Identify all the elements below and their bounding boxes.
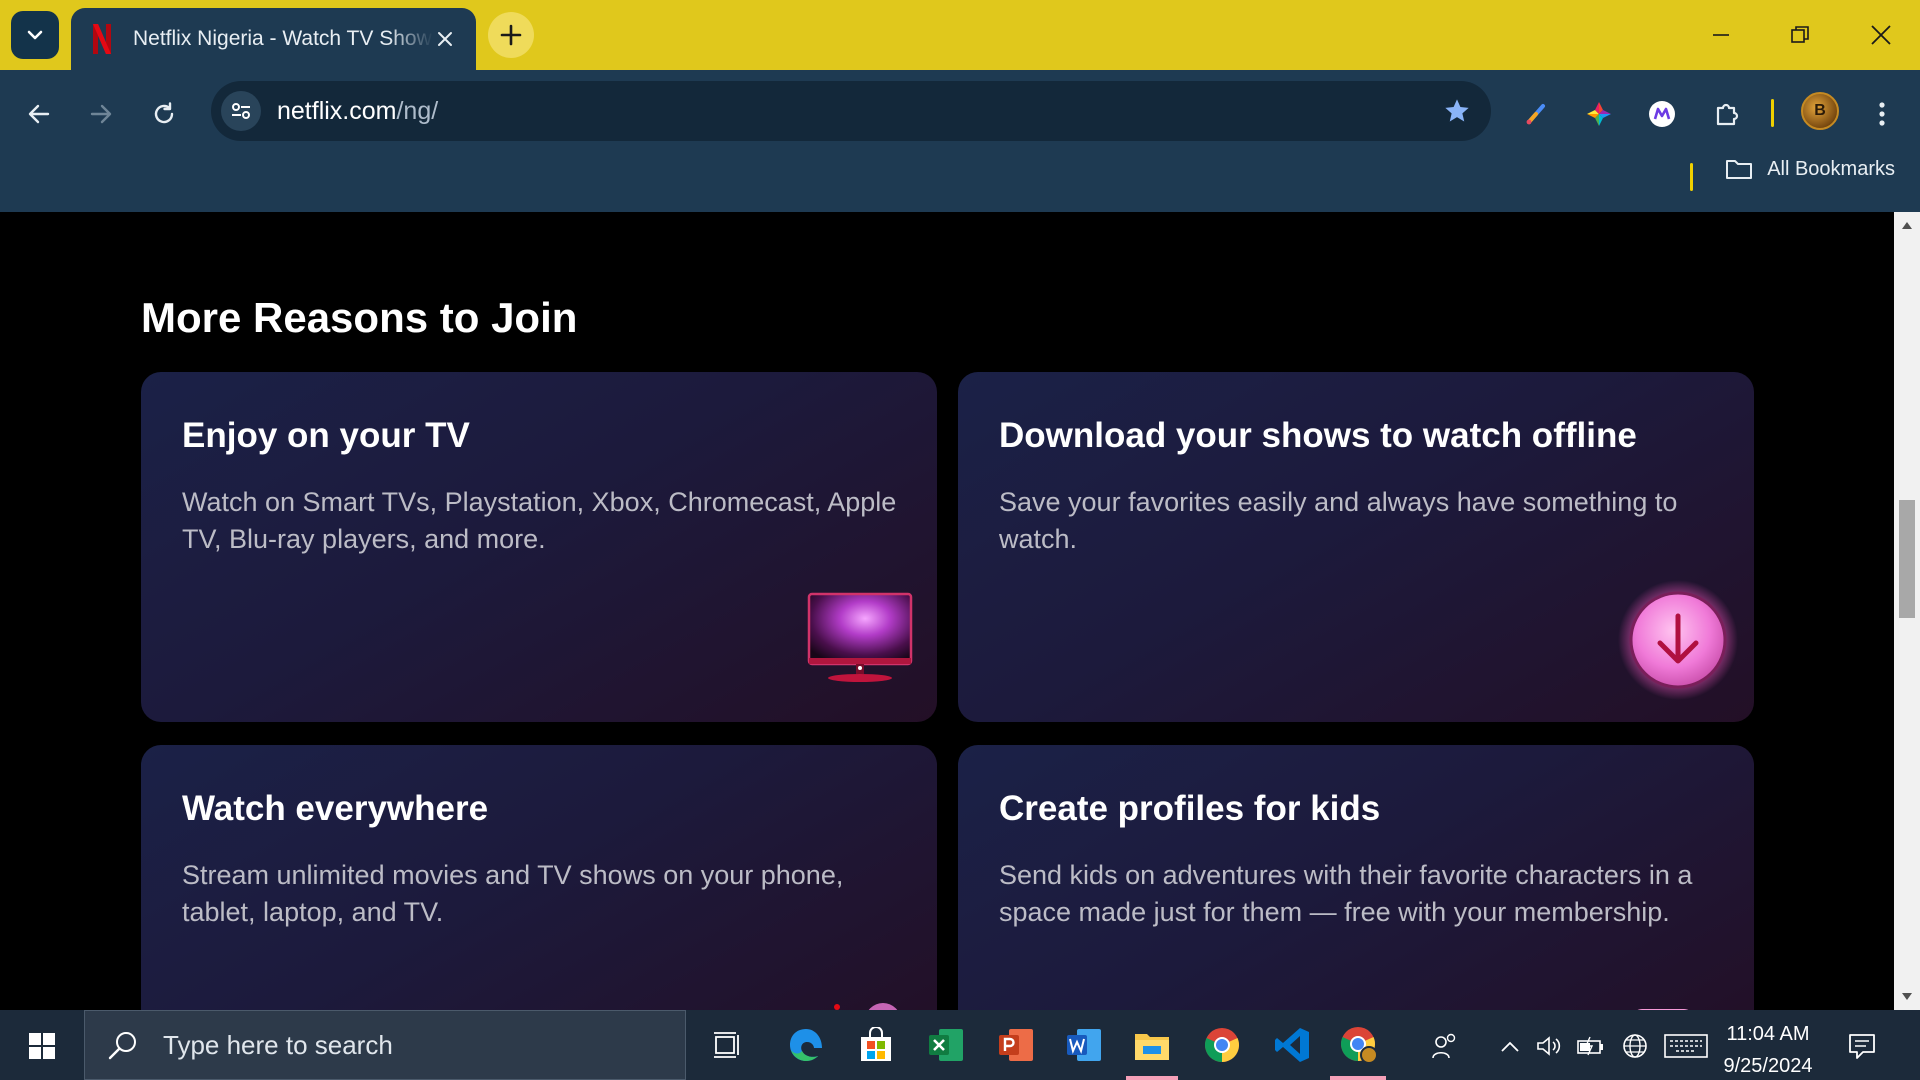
excel-icon[interactable] xyxy=(922,1021,970,1069)
back-button[interactable] xyxy=(15,90,63,138)
windows-taskbar: Type here to search 11:04 AM 9/25/2024 xyxy=(0,1010,1920,1080)
network-globe-icon[interactable] xyxy=(1619,1030,1651,1062)
powerpoint-icon[interactable] xyxy=(992,1021,1040,1069)
download-icon xyxy=(1618,580,1738,700)
chevron-up-icon[interactable] xyxy=(1494,1030,1526,1062)
minimize-icon xyxy=(1713,34,1729,36)
netflix-favicon-icon xyxy=(93,24,111,54)
tune-icon xyxy=(232,103,250,119)
card-profiles-for-kids: Create profiles for kids Send kids on ad… xyxy=(958,745,1754,1010)
kids-profile-icon xyxy=(1637,1009,1689,1010)
keyboard-icon[interactable] xyxy=(1663,1030,1709,1062)
section-title: More Reasons to Join xyxy=(141,294,578,341)
url-text: netflix.com/ng/ xyxy=(277,97,438,126)
forward-button[interactable] xyxy=(77,90,125,138)
bookmarks-separator xyxy=(1690,163,1693,191)
card-watch-everywhere: Watch everywhere Stream unlimited movies… xyxy=(141,745,937,1010)
clock-date: 9/25/2024 xyxy=(1723,1055,1813,1077)
close-icon xyxy=(1871,25,1891,45)
task-view-icon[interactable] xyxy=(704,1021,752,1069)
scroll-down-icon[interactable] xyxy=(1901,992,1913,1002)
scroll-up-icon[interactable] xyxy=(1901,220,1913,230)
chrome-icon[interactable] xyxy=(1198,1021,1246,1069)
reload-icon xyxy=(154,102,174,124)
plus-icon xyxy=(500,24,522,46)
system-clock[interactable]: 11:04 AM 9/25/2024 xyxy=(1708,1018,1828,1080)
vscode-icon[interactable] xyxy=(1268,1021,1316,1069)
card-description: Watch on Smart TVs, Playstation, Xbox, C… xyxy=(182,487,897,554)
all-bookmarks-label: All Bookmarks xyxy=(1767,157,1895,180)
arrow-left-icon xyxy=(28,104,50,124)
taskbar-search[interactable]: Type here to search xyxy=(84,1010,686,1080)
folder-icon xyxy=(1726,160,1753,179)
chevron-down-icon xyxy=(27,30,43,40)
close-window-button[interactable] xyxy=(1851,10,1911,60)
extensions-puzzle-icon[interactable] xyxy=(1705,92,1749,136)
battery-icon[interactable] xyxy=(1575,1030,1607,1062)
minimize-button[interactable] xyxy=(1691,10,1751,60)
clock-time: 11:04 AM xyxy=(1726,1023,1810,1045)
restore-icon xyxy=(1791,26,1809,43)
volume-icon[interactable] xyxy=(1533,1030,1565,1062)
new-tab-button[interactable] xyxy=(488,12,534,58)
card-title: Watch everywhere xyxy=(182,789,489,828)
card-description: Stream unlimited movies and TV shows on … xyxy=(182,860,844,927)
windows-logo-icon xyxy=(29,1033,55,1059)
start-button[interactable] xyxy=(18,1028,66,1064)
card-download-offline: Download your shows to watch offline Sav… xyxy=(958,372,1754,722)
netflix-page: More Reasons to Join Enjoy on your TV Wa… xyxy=(0,212,1894,1010)
explorer-active-indicator xyxy=(1126,1076,1178,1080)
chrome-menu-button[interactable] xyxy=(1860,92,1904,136)
card-description: Save your favorites easily and always ha… xyxy=(999,487,1678,554)
url-path: /ng/ xyxy=(396,96,439,125)
pen-extension-icon[interactable] xyxy=(1515,92,1559,136)
chrome-active-indicator xyxy=(1330,1076,1386,1080)
avatar-initial: B xyxy=(1814,102,1826,119)
page-scrollbar[interactable] xyxy=(1894,212,1920,1010)
card-enjoy-on-tv: Enjoy on your TV Watch on Smart TVs, Pla… xyxy=(141,372,937,722)
notifications-icon[interactable] xyxy=(1846,1030,1878,1062)
toolbar-separator xyxy=(1771,99,1774,127)
close-icon xyxy=(438,32,452,46)
all-bookmarks-button[interactable]: All Bookmarks xyxy=(1725,157,1895,181)
search-icon xyxy=(108,1032,136,1060)
monica-extension-icon[interactable] xyxy=(1640,92,1684,136)
card-title: Create profiles for kids xyxy=(999,789,1381,828)
people-icon[interactable] xyxy=(1429,1030,1461,1062)
card-title: Download your shows to watch offline xyxy=(999,416,1637,455)
tab-close-button[interactable] xyxy=(430,24,460,54)
tab-search-button[interactable] xyxy=(11,11,59,59)
bookmark-star-icon[interactable] xyxy=(1443,97,1471,125)
edge-browser-icon[interactable] xyxy=(782,1021,830,1069)
profile-avatar[interactable]: B xyxy=(1801,92,1839,130)
restore-button[interactable] xyxy=(1770,10,1830,60)
chrome-profile-icon[interactable] xyxy=(1335,1021,1383,1069)
tab-strip: Netflix Nigeria - Watch TV Shows Online,… xyxy=(0,0,1920,70)
browser-toolbar: netflix.com/ng/ B All Bookmarks xyxy=(0,70,1920,222)
more-vert-icon xyxy=(1879,102,1885,126)
url-host: netflix.com xyxy=(277,96,397,125)
address-bar[interactable]: netflix.com/ng/ xyxy=(211,81,1491,141)
active-tab[interactable]: Netflix Nigeria - Watch TV Shows Online,… xyxy=(71,8,476,70)
search-placeholder: Type here to search xyxy=(163,1029,393,1060)
file-explorer-icon[interactable] xyxy=(1128,1021,1176,1069)
card-description: Send kids on adventures with their favor… xyxy=(999,860,1693,927)
word-icon[interactable] xyxy=(1060,1021,1108,1069)
devices-icon xyxy=(834,1003,898,1010)
scroll-thumb[interactable] xyxy=(1899,500,1915,618)
tab-title: Netflix Nigeria - Watch TV Shows Online,… xyxy=(133,27,433,50)
site-info-button[interactable] xyxy=(221,91,261,131)
microsoft-store-icon[interactable] xyxy=(852,1021,900,1069)
arrow-right-icon xyxy=(90,104,112,124)
card-title: Enjoy on your TV xyxy=(182,416,470,455)
color-picker-extension-icon[interactable] xyxy=(1577,92,1621,136)
reload-button[interactable] xyxy=(140,90,188,138)
tv-icon xyxy=(807,592,913,682)
